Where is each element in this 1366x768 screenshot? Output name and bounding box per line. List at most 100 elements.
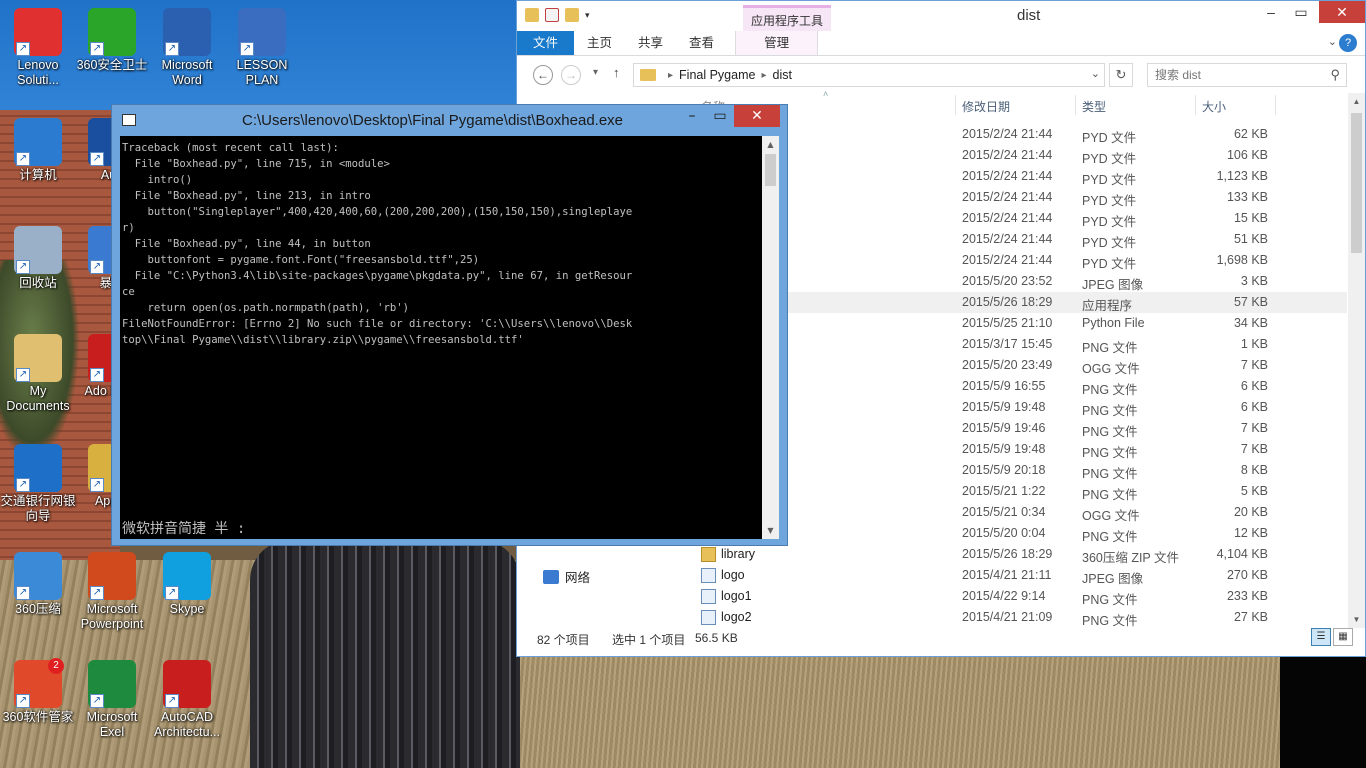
- desktop-icon[interactable]: ↗ AutoCAD Architectu...: [149, 660, 225, 740]
- nav-pane-network[interactable]: 网络: [543, 567, 590, 586]
- desktop-icon[interactable]: ↗ Lenovo Soluti...: [0, 8, 76, 88]
- customize-toolbar-icon[interactable]: ▾: [585, 10, 590, 21]
- file-row[interactable]: logo 2015/4/21 21:11 JPEG 图像 270 KB: [697, 565, 1347, 586]
- file-date: 2015/4/21 21:09: [962, 610, 1053, 624]
- breadcrumb-final-pygame[interactable]: Final Pygame: [679, 68, 755, 82]
- new-folder-icon[interactable]: [565, 8, 579, 22]
- file-row[interactable]: 2015/2/24 21:44 PYD 文件 133 KB: [697, 187, 1347, 208]
- folder-icon[interactable]: [525, 8, 539, 22]
- help-icon[interactable]: ?: [1339, 34, 1357, 52]
- tab-home[interactable]: 主页: [574, 31, 625, 55]
- desktop-icon[interactable]: ↗ My Documents: [0, 334, 76, 414]
- console-titlebar[interactable]: C:\Users\lenovo\Desktop\Final Pygame\dis…: [112, 105, 787, 135]
- search-input[interactable]: 搜索 dist ⚲: [1147, 63, 1347, 87]
- file-row[interactable]: 2015/5/20 0:04 PNG 文件 12 KB: [697, 523, 1347, 544]
- file-row[interactable]: 2015/5/26 18:29 应用程序 57 KB: [697, 292, 1347, 313]
- recent-locations-icon[interactable]: ▾: [593, 67, 598, 78]
- console-output[interactable]: Traceback (most recent call last): File …: [120, 136, 762, 539]
- ime-status: 微软拼音简捷 半 :: [122, 521, 246, 537]
- desktop-icon-label: Microsoft Word: [161, 58, 213, 87]
- desktop-icon[interactable]: ↗ Microsoft Word: [149, 8, 225, 88]
- status-bar: 82 个项目 选中 1 个项目 56.5 KB ☰ ▦: [517, 628, 1365, 656]
- file-row[interactable]: library 2015/5/26 18:29 360压缩 ZIP 文件 4,104 …: [697, 544, 1347, 565]
- file-date: 2015/5/25 21:10: [962, 316, 1053, 330]
- breadcrumb-chevron-icon: ▸: [668, 69, 674, 81]
- file-list-scrollbar[interactable]: ▲ ▼: [1348, 93, 1365, 628]
- file-size: 7 KB: [1240, 421, 1268, 435]
- console-minimize-button[interactable]: –: [678, 105, 706, 127]
- scroll-down-icon[interactable]: ▼: [762, 522, 779, 539]
- desktop-icon[interactable]: ↗ 360安全卫士: [74, 8, 150, 73]
- expand-ribbon-icon[interactable]: ⌄: [1328, 35, 1337, 48]
- desktop-icon[interactable]: ↗ Microsoft Powerpoint: [74, 552, 150, 632]
- file-row[interactable]: ogg2015/5/21 0:34OGG 文件20 KB: [697, 502, 1347, 523]
- file-row[interactable]: .ogg2015/5/20 23:49OGG 文件7 KB: [697, 355, 1347, 376]
- desktop-icon[interactable]: ↗ 2 360软件管家: [0, 658, 76, 725]
- column-date-modified[interactable]: 修改日期: [962, 98, 1010, 115]
- shortcut-arrow-icon: ↗: [16, 478, 30, 492]
- console-maximize-button[interactable]: ▭: [706, 105, 734, 127]
- address-bar[interactable]: ▸ Final Pygame ▸ dist ⌄: [633, 63, 1105, 87]
- scroll-thumb[interactable]: [765, 154, 776, 186]
- file-row[interactable]: 2015/5/9 19:48 PNG 文件 7 KB: [697, 439, 1347, 460]
- file-row[interactable]: 2015/2/24 21:44 PYD 文件 1,698 KB: [697, 250, 1347, 271]
- close-button[interactable]: ✕: [1319, 1, 1365, 23]
- desktop-icon[interactable]: ↗ 计算机: [0, 118, 76, 183]
- file-row[interactable]: 2015/2/24 21:44 PYD 文件 106 KB: [697, 145, 1347, 166]
- desktop-icon[interactable]: ↗ 回收站: [0, 226, 76, 291]
- address-dropdown-icon[interactable]: ⌄: [1091, 67, 1100, 80]
- file-row[interactable]: 2015/5/21 1:22 PNG 文件 5 KB: [697, 481, 1347, 502]
- refresh-button[interactable]: ↻: [1109, 63, 1133, 87]
- file-row[interactable]: 2015/5/25 21:10 Python File 34 KB: [697, 313, 1347, 334]
- word-icon: ↗: [163, 8, 211, 56]
- file-row[interactable]: 2015/5/9 19:46 PNG 文件 7 KB: [697, 418, 1347, 439]
- desktop-icon[interactable]: ↗ LESSON PLAN: [224, 8, 300, 88]
- console-line: return open(os.path.normpath(path), 'rb'…: [122, 302, 410, 314]
- back-icon[interactable]: ←: [533, 65, 553, 85]
- thumbnail-view-icon[interactable]: ▦: [1333, 628, 1353, 646]
- file-row[interactable]: 2015/5/9 20:18 PNG 文件 8 KB: [697, 460, 1347, 481]
- column-type[interactable]: 类型: [1082, 98, 1106, 115]
- file-row[interactable]: 2015/2/24 21:44 PYD 文件 51 KB: [697, 229, 1347, 250]
- scroll-thumb[interactable]: [1351, 113, 1362, 253]
- maximize-button[interactable]: ▭: [1287, 1, 1315, 23]
- column-size[interactable]: 大小: [1202, 98, 1226, 115]
- file-row[interactable]: 2015/2/24 21:44 PYD 文件 62 KB: [697, 124, 1347, 145]
- console-icon[interactable]: [122, 114, 136, 126]
- desktop-icon[interactable]: ↗ Skype: [149, 552, 225, 617]
- breadcrumb-dist[interactable]: dist: [773, 68, 792, 82]
- file-row[interactable]: 2015/5/20 23:52 JPEG 图像 3 KB: [697, 271, 1347, 292]
- file-row[interactable]: 2015/3/17 15:45 PNG 文件 1 KB: [697, 334, 1347, 355]
- file-type: OGG 文件: [1082, 509, 1140, 523]
- scroll-up-icon[interactable]: ▲: [762, 136, 779, 153]
- desktop-icon[interactable]: ↗ 交通银行网银向导: [0, 444, 76, 524]
- file-row[interactable]: 2015/5/9 19:48 PNG 文件 6 KB: [697, 397, 1347, 418]
- file-row[interactable]: ssing.pyd2015/2/24 21:44PYD 文件15 KB: [697, 208, 1347, 229]
- console-scrollbar[interactable]: ▲ ▼: [762, 136, 779, 539]
- file-row[interactable]: 2015/5/9 16:55 PNG 文件 6 KB: [697, 376, 1347, 397]
- console-line: ce: [122, 286, 135, 298]
- scroll-down-icon[interactable]: ▼: [1348, 611, 1365, 628]
- forward-icon[interactable]: →: [561, 65, 581, 85]
- file-row[interactable]: d2015/2/24 21:44PYD 文件1,123 KB: [697, 166, 1347, 187]
- file-type: PYD 文件: [1082, 194, 1137, 208]
- tab-view[interactable]: 查看: [676, 31, 727, 55]
- tab-share[interactable]: 共享: [625, 31, 676, 55]
- 360-zip-icon: ↗: [14, 552, 62, 600]
- properties-icon[interactable]: [545, 8, 559, 22]
- up-icon[interactable]: ↑: [613, 65, 620, 80]
- details-view-icon[interactable]: ☰: [1311, 628, 1331, 646]
- tab-manage[interactable]: 管理: [735, 31, 819, 55]
- scroll-up-icon[interactable]: ▲: [1348, 93, 1365, 110]
- file-row[interactable]: logo1 2015/4/22 9:14 PNG 文件 233 KB: [697, 586, 1347, 607]
- desktop-icon[interactable]: ↗ Microsoft Exel: [74, 660, 150, 740]
- explorer-titlebar[interactable]: ▾ 应用程序工具 dist – ▭ ✕: [517, 1, 1365, 31]
- tab-file[interactable]: 文件: [517, 31, 575, 55]
- file-size: 233 KB: [1226, 589, 1268, 603]
- file-type: PNG 文件: [1082, 614, 1138, 628]
- file-date: 2015/2/24 21:44: [962, 211, 1053, 225]
- desktop-icon[interactable]: ↗ 360压缩: [0, 552, 76, 617]
- console-close-button[interactable]: ✕: [734, 105, 780, 127]
- file-row[interactable]: logo2 2015/4/21 21:09 PNG 文件 27 KB: [697, 607, 1347, 628]
- minimize-button[interactable]: –: [1257, 1, 1285, 23]
